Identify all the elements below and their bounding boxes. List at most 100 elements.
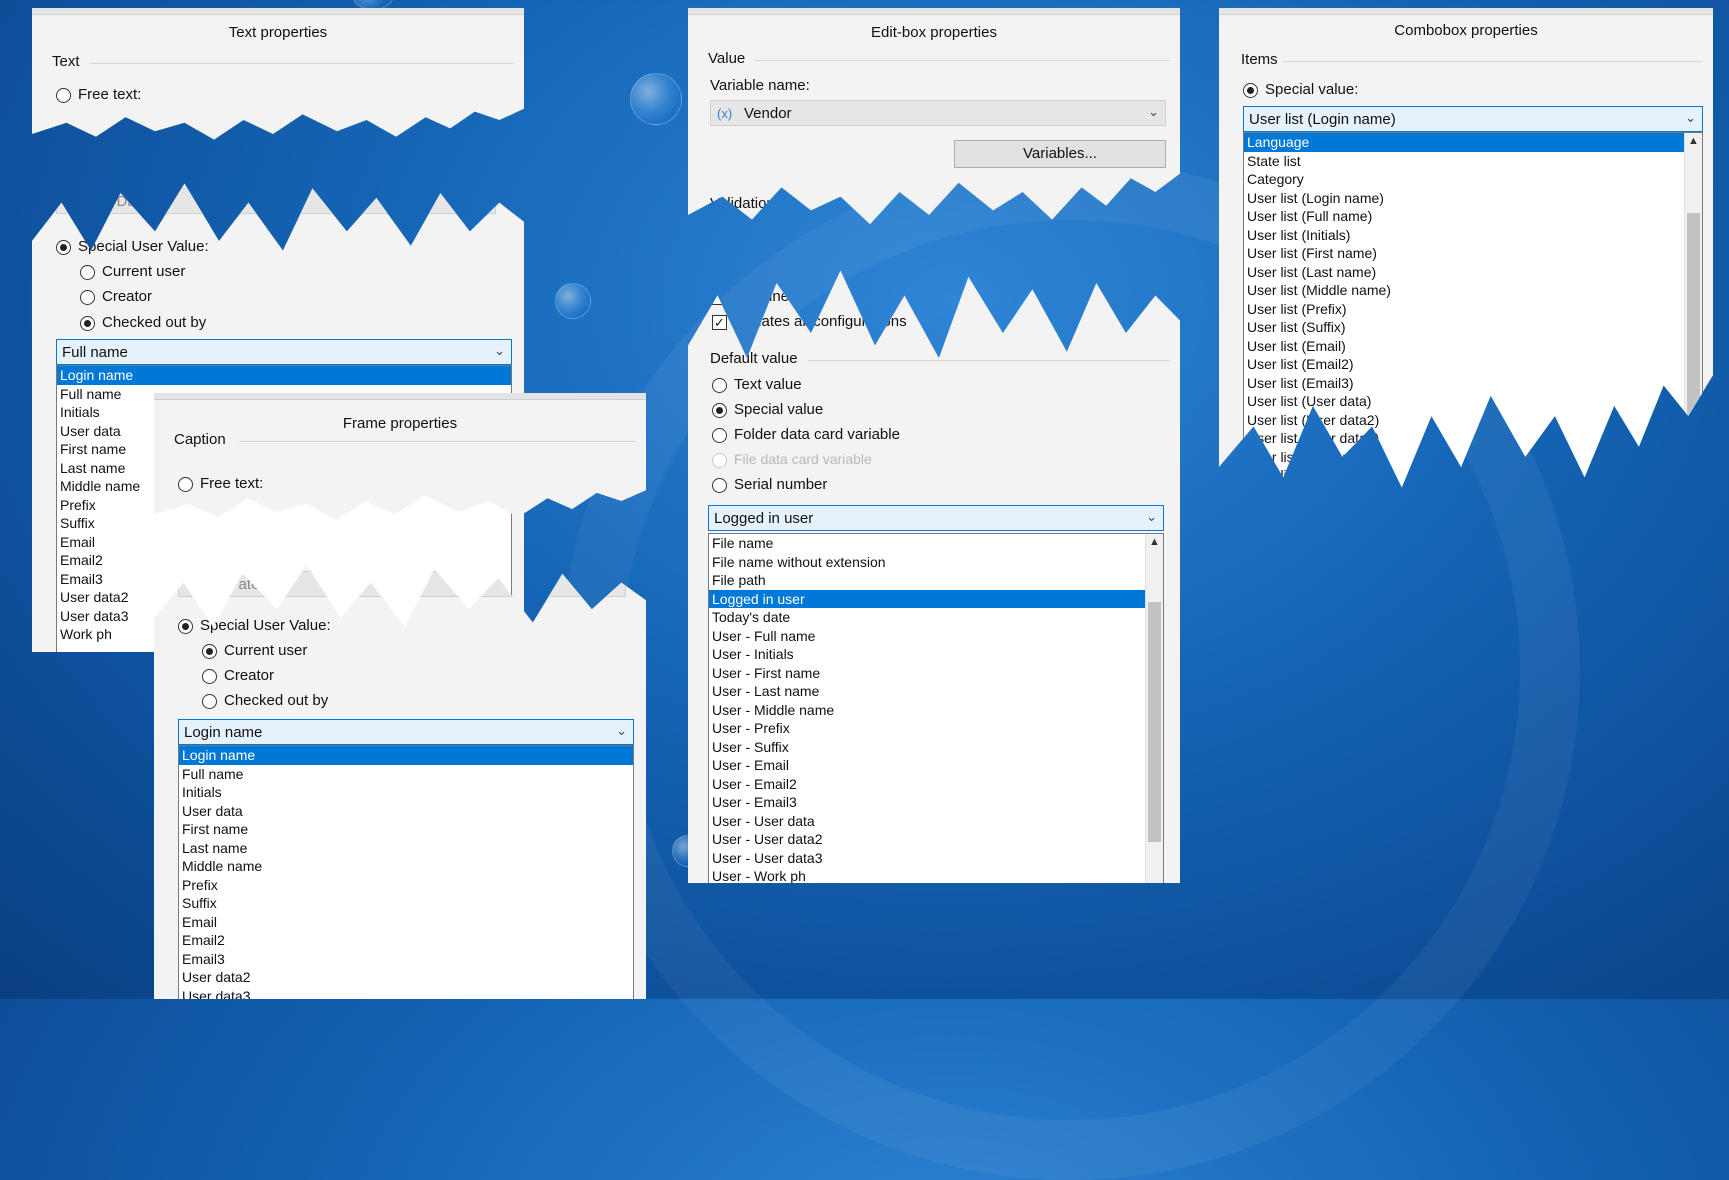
list-item[interactable]: User list (Initials) xyxy=(1244,226,1702,245)
special-value-combo[interactable]: User list (Login name) ⌄ xyxy=(1243,106,1703,132)
creator-radio[interactable] xyxy=(202,669,217,684)
list-item[interactable]: File path xyxy=(709,571,1163,590)
special-user-value-radio[interactable] xyxy=(178,619,193,634)
list-item[interactable]: User - First name xyxy=(709,664,1163,683)
folder-variable-radio[interactable] xyxy=(712,428,727,443)
user-field-combo[interactable]: Login name ⌄ xyxy=(178,719,634,745)
chevron-down-icon: ⌄ xyxy=(1148,104,1159,119)
list-item[interactable]: User - Suffix xyxy=(709,738,1163,757)
list-item[interactable]: State list xyxy=(1244,152,1702,171)
variables-button[interactable]: Variables... xyxy=(954,140,1166,168)
list-item[interactable]: User - Email xyxy=(709,756,1163,775)
user-field-combo[interactable]: Full name ⌄ xyxy=(56,339,512,365)
list-item[interactable]: User list (Last name) xyxy=(1244,263,1702,282)
list-item[interactable]: Logged in user xyxy=(709,589,1146,608)
variable-name-value: Vendor xyxy=(744,105,792,122)
list-item[interactable]: Email xyxy=(179,913,633,932)
panel-top-edge xyxy=(154,393,646,400)
list-item[interactable]: User list (Email3) xyxy=(1244,374,1702,393)
list-item[interactable]: User list (First name) xyxy=(1244,244,1702,263)
list-item[interactable]: Email3 xyxy=(179,950,633,969)
list-item[interactable]: User - User data xyxy=(709,812,1163,831)
scrollbar-thumb[interactable] xyxy=(1148,602,1161,842)
group-divider xyxy=(808,360,1170,361)
free-text-radio[interactable] xyxy=(56,88,71,103)
list-item[interactable]: User list (Email2) xyxy=(1244,355,1702,374)
panel-top-edge xyxy=(1219,8,1713,15)
list-item[interactable]: User data2 xyxy=(179,968,633,987)
list-item[interactable]: User - Full name xyxy=(709,627,1163,646)
free-text-radio[interactable] xyxy=(178,477,193,492)
list-item[interactable]: User list (Login name) xyxy=(1244,189,1702,208)
scrollbar-thumb[interactable] xyxy=(1687,213,1700,488)
panel-top-edge xyxy=(688,8,1180,15)
list-item[interactable]: User list (Email) xyxy=(1244,337,1702,356)
list-item[interactable]: Language xyxy=(1244,133,1685,152)
list-item[interactable]: Suffix xyxy=(179,894,633,913)
list-item[interactable]: User list (Prefix) xyxy=(1244,300,1702,319)
list-item[interactable]: Today's date xyxy=(709,608,1163,627)
current-user-radio[interactable] xyxy=(202,644,217,659)
list-item[interactable]: File name without extension xyxy=(709,553,1163,572)
default-value-label: Default value xyxy=(710,350,798,367)
list-item[interactable]: Last name xyxy=(179,839,633,858)
list-item[interactable]: Category xyxy=(1244,170,1702,189)
list-item[interactable]: Full name xyxy=(179,765,633,784)
special-user-value-label: Special User Value: xyxy=(78,238,209,255)
date-combo[interactable]: Today's Date xyxy=(56,188,496,214)
panel-title: Text properties xyxy=(228,24,328,41)
chevron-down-icon: ⌄ xyxy=(616,723,627,738)
group-divider xyxy=(1283,61,1703,62)
list-item[interactable]: User data xyxy=(179,802,633,821)
list-item[interactable]: User - User data2 xyxy=(709,830,1163,849)
special-user-value-radio[interactable] xyxy=(56,240,71,255)
list-item[interactable]: User - Work ph xyxy=(709,867,1163,883)
chevron-up-icon[interactable]: ▲ xyxy=(1688,135,1699,147)
list-item[interactable]: User list (Suffix) xyxy=(1244,318,1702,337)
variable-name-combo[interactable]: (x) Vendor ⌄ xyxy=(710,100,1166,126)
scrollbar[interactable]: ▲ xyxy=(1145,534,1163,883)
user-field-dropdown[interactable]: Login name Full name Initials User data … xyxy=(178,745,634,999)
checked-out-by-radio[interactable] xyxy=(80,316,95,331)
checked-out-by-radio[interactable] xyxy=(202,694,217,709)
special-value-radio[interactable] xyxy=(1243,83,1258,98)
list-item[interactable]: User - Prefix xyxy=(709,719,1163,738)
list-item[interactable]: User - Initials xyxy=(709,645,1163,664)
list-item[interactable]: Middle name xyxy=(179,857,633,876)
list-item[interactable]: Login name xyxy=(179,746,633,765)
list-item[interactable]: Suffix xyxy=(57,514,511,533)
current-user-radio[interactable] xyxy=(80,265,95,280)
list-item[interactable]: User - Last name xyxy=(709,682,1163,701)
list-item[interactable]: User list (Middle name) xyxy=(1244,281,1702,300)
list-item[interactable]: File name xyxy=(709,534,1163,553)
special-value-combo[interactable]: Logged in user ⌄ xyxy=(708,505,1164,531)
special-value-radio[interactable] xyxy=(712,403,727,418)
list-item[interactable]: First name xyxy=(179,820,633,839)
frame-properties-body-fragment: Today's ate Special User Value: Current … xyxy=(154,564,646,999)
special-value-combo-value: Logged in user xyxy=(714,510,814,527)
special-value-dropdown[interactable]: File name File name without extension Fi… xyxy=(708,533,1164,883)
list-item[interactable]: Prefix xyxy=(179,876,633,895)
list-item[interactable]: User - User data3 xyxy=(709,849,1163,868)
list-item[interactable]: Email2 xyxy=(179,931,633,950)
list-item[interactable]: Initials xyxy=(179,783,633,802)
list-item[interactable]: User - Email3 xyxy=(709,793,1163,812)
list-item[interactable]: Email2 xyxy=(57,551,511,570)
list-item[interactable]: User - Email2 xyxy=(709,775,1163,794)
serial-number-radio[interactable] xyxy=(712,478,727,493)
scrollbar[interactable]: ▲ xyxy=(1684,133,1702,488)
list-item[interactable]: User list (Full name) xyxy=(1244,207,1702,226)
group-divider xyxy=(90,63,514,64)
list-item[interactable]: User data3 xyxy=(179,987,633,1000)
panel-title: Edit-box properties xyxy=(871,24,997,41)
updates-all-checkbox[interactable]: ✓ xyxy=(712,315,727,330)
creator-radio[interactable] xyxy=(80,290,95,305)
chevron-up-icon[interactable]: ▲ xyxy=(1149,536,1160,548)
date-combo-value: Today's Date xyxy=(62,193,149,210)
list-item[interactable]: Login name xyxy=(57,366,511,385)
text-value-radio[interactable] xyxy=(712,378,727,393)
special-user-value-label: Special User Value: xyxy=(200,617,331,634)
list-item[interactable]: Email xyxy=(57,533,511,552)
folder-variable-label: Folder data card variable xyxy=(734,426,900,443)
list-item[interactable]: User - Middle name xyxy=(709,701,1163,720)
